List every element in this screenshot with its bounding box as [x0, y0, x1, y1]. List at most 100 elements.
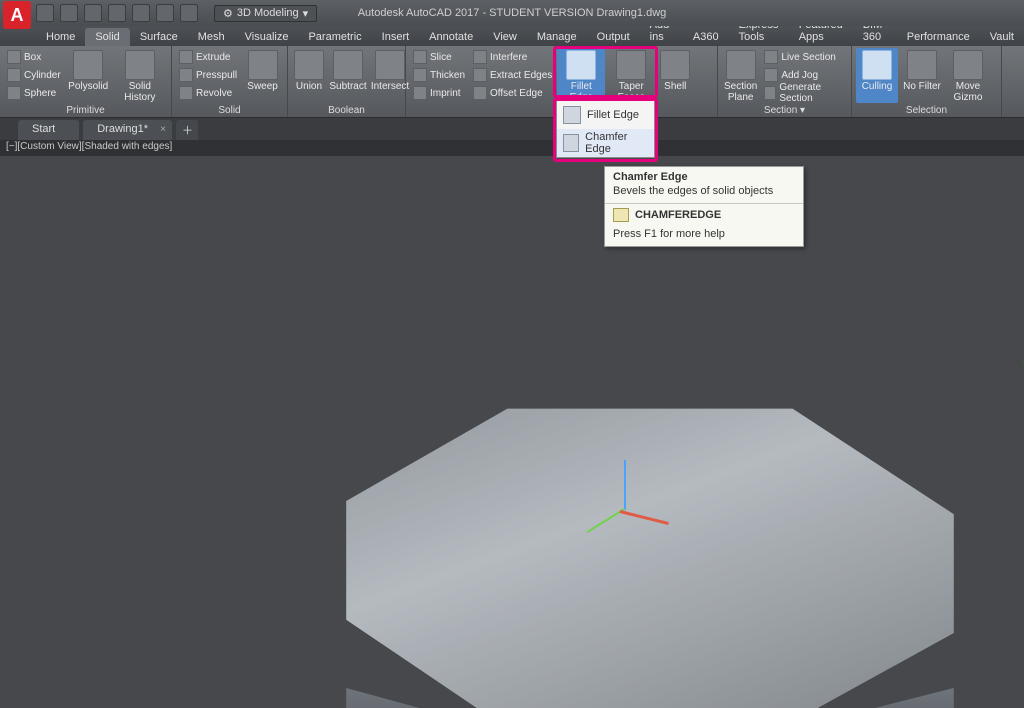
solidhistory-icon: [125, 50, 155, 80]
ribbon-tabstrip: Home Solid Surface Mesh Visualize Parame…: [0, 26, 1024, 46]
extractedges-icon: [473, 68, 487, 82]
panel-section: Section Plane Live Section Add Jog Gener…: [718, 46, 852, 117]
tooltip-command: CHAMFEREDGE: [605, 204, 803, 226]
generatesection-button[interactable]: Generate Section: [761, 84, 847, 102]
ucs-z-axis: [624, 460, 626, 510]
generatesection-icon: [764, 86, 776, 100]
polysolid-icon: [73, 50, 103, 80]
subtract-button[interactable]: Subtract: [328, 48, 368, 92]
polysolid-button[interactable]: Polysolid: [66, 48, 111, 103]
sweep-button[interactable]: Sweep: [242, 48, 283, 102]
qat-new-icon[interactable]: [36, 4, 54, 22]
sectionplane-button[interactable]: Section Plane: [722, 48, 759, 103]
solid-model[interactable]: [260, 392, 980, 708]
tab-annotate[interactable]: Annotate: [419, 28, 483, 46]
qat-undo-icon[interactable]: [156, 4, 174, 22]
box-button[interactable]: Box: [4, 48, 64, 66]
tab-output[interactable]: Output: [587, 28, 640, 46]
panel-boolean: Union Subtract Intersect Boolean: [288, 46, 406, 117]
solid-top-face: [340, 402, 960, 708]
interfere-button[interactable]: Interfere: [470, 48, 555, 66]
livesection-button[interactable]: Live Section: [761, 48, 847, 66]
panel-name: Solid: [172, 105, 287, 116]
sweep-icon: [248, 50, 278, 80]
app-logo[interactable]: A: [3, 1, 31, 29]
viewport-label[interactable]: [−][Custom View][Shaded with edges]: [0, 140, 1024, 156]
qat-save-icon[interactable]: [84, 4, 102, 22]
tab-visualize[interactable]: Visualize: [235, 28, 299, 46]
extrude-button[interactable]: Extrude: [176, 48, 240, 66]
new-filetab-button[interactable]: ＋: [176, 120, 198, 140]
extrude-icon: [179, 50, 193, 64]
presspull-icon: [179, 68, 193, 82]
sphere-button[interactable]: Sphere: [4, 84, 64, 102]
imprint-button[interactable]: Imprint: [410, 84, 468, 102]
slice-button[interactable]: Slice: [410, 48, 468, 66]
qat-open-icon[interactable]: [60, 4, 78, 22]
intersect-button[interactable]: Intersect: [370, 48, 410, 92]
presspull-button[interactable]: Presspull: [176, 66, 240, 84]
file-tabs: Start Drawing1*× ＋: [0, 118, 1024, 140]
movegizmo-button[interactable]: Move Gizmo: [946, 48, 990, 103]
gizmo-icon: [953, 50, 983, 80]
tab-vault[interactable]: Vault: [980, 28, 1024, 46]
filetab-start[interactable]: Start: [18, 120, 79, 140]
qat-plot-icon[interactable]: [132, 4, 150, 22]
filetab-drawing1[interactable]: Drawing1*×: [83, 120, 172, 140]
offsetedge-button[interactable]: Offset Edge: [470, 84, 555, 102]
thicken-button[interactable]: Thicken: [410, 66, 468, 84]
nofilter-button[interactable]: No Filter: [900, 48, 944, 103]
sectionplane-icon: [726, 50, 756, 80]
qat-redo-icon[interactable]: [180, 4, 198, 22]
tooltip-desc: Bevels the edges of solid objects: [605, 183, 803, 203]
panel-name: Boolean: [288, 105, 405, 116]
quick-access-toolbar: A ⚙ 3D Modeling ▾ Autodesk AutoCAD 2017 …: [0, 0, 1024, 26]
tab-mesh[interactable]: Mesh: [188, 28, 235, 46]
annotation-highlight: [553, 98, 658, 162]
culling-button[interactable]: Culling: [856, 48, 898, 103]
thicken-icon: [413, 68, 427, 82]
panel-name: Section ▾: [718, 105, 851, 116]
addjog-icon: [764, 68, 778, 82]
tab-parametric[interactable]: Parametric: [298, 28, 371, 46]
union-button[interactable]: Union: [292, 48, 326, 92]
tab-home[interactable]: Home: [36, 28, 85, 46]
close-icon[interactable]: ×: [160, 124, 166, 135]
revolve-icon: [179, 86, 193, 100]
offsetedge-icon: [473, 86, 487, 100]
culling-icon: [862, 50, 892, 80]
panel-selection: Culling No Filter Move Gizmo Selection: [852, 46, 1002, 117]
subtract-icon: [333, 50, 363, 80]
panel-name: Primitive: [0, 105, 171, 116]
slice-icon: [413, 50, 427, 64]
annotation-highlight: [553, 46, 658, 98]
shell-button[interactable]: Shell: [657, 48, 693, 113]
ribbon: Box Cylinder Sphere Polysolid Solid Hist…: [0, 46, 1024, 118]
tab-a360[interactable]: A360: [683, 28, 729, 46]
solidhistory-button[interactable]: Solid History: [113, 48, 167, 103]
tab-solid[interactable]: Solid: [85, 28, 129, 46]
window-title: Autodesk AutoCAD 2017 - STUDENT VERSION …: [282, 7, 742, 19]
cylinder-button[interactable]: Cylinder: [4, 66, 64, 84]
union-icon: [294, 50, 324, 80]
panel-solid: Extrude Presspull Revolve Sweep Solid: [172, 46, 288, 117]
tab-manage[interactable]: Manage: [527, 28, 587, 46]
filter-icon: [907, 50, 937, 80]
qat-saveas-icon[interactable]: [108, 4, 126, 22]
sphere-icon: [7, 86, 21, 100]
livesection-icon: [764, 50, 778, 64]
tab-performance[interactable]: Performance: [897, 28, 980, 46]
tooltip-help: Press F1 for more help: [605, 226, 803, 246]
tab-view[interactable]: View: [483, 28, 527, 46]
tooltip: Chamfer Edge Bevels the edges of solid o…: [604, 166, 804, 247]
imprint-icon: [413, 86, 427, 100]
interfere-icon: [473, 50, 487, 64]
revolve-button[interactable]: Revolve: [176, 84, 240, 102]
intersect-icon: [375, 50, 405, 80]
tooltip-title: Chamfer Edge: [605, 167, 803, 183]
cylinder-icon: [7, 68, 21, 82]
drawing-area[interactable]: [0, 156, 1024, 708]
extractedges-button[interactable]: Extract Edges: [470, 66, 555, 84]
tab-surface[interactable]: Surface: [130, 28, 188, 46]
tab-insert[interactable]: Insert: [372, 28, 420, 46]
